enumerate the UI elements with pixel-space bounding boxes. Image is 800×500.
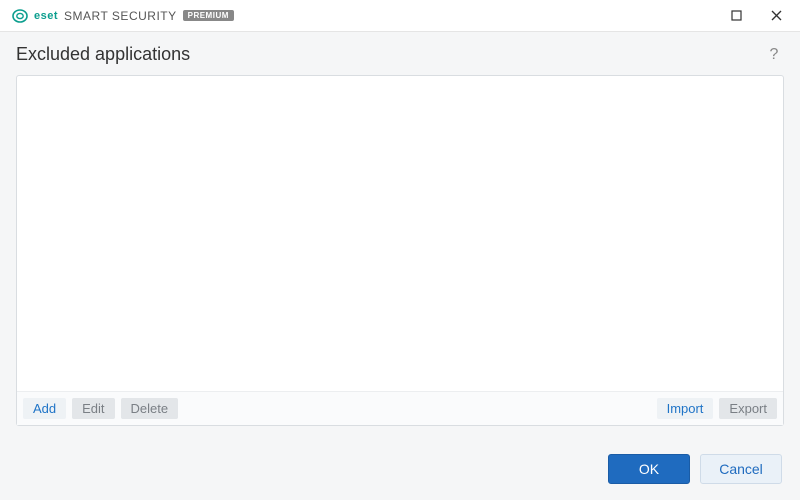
footer: OK Cancel (16, 454, 784, 484)
action-row: Add Edit Delete Import Export (17, 391, 783, 425)
exclusion-list[interactable] (17, 76, 783, 391)
export-button: Export (719, 398, 777, 419)
maximize-icon (731, 10, 742, 21)
brand: eset SMART SECURITY PREMIUM (12, 8, 716, 24)
ok-button[interactable]: OK (608, 454, 690, 484)
brand-product: SMART SECURITY (64, 9, 177, 23)
help-icon[interactable]: ? (764, 45, 784, 65)
add-button[interactable]: Add (23, 398, 66, 419)
window-controls (716, 1, 796, 31)
content: Excluded applications ? Add Edit Delete … (0, 32, 800, 500)
maximize-button[interactable] (716, 1, 756, 31)
page-title: Excluded applications (16, 44, 190, 65)
brand-badge: PREMIUM (183, 10, 234, 21)
delete-button: Delete (121, 398, 179, 419)
close-button[interactable] (756, 1, 796, 31)
brand-eset: eset (34, 10, 58, 22)
panel: Add Edit Delete Import Export (16, 75, 784, 426)
import-button[interactable]: Import (657, 398, 714, 419)
header-row: Excluded applications ? (16, 44, 784, 65)
eset-logo-icon (12, 8, 28, 24)
cancel-button[interactable]: Cancel (700, 454, 782, 484)
edit-button: Edit (72, 398, 114, 419)
close-icon (771, 10, 782, 21)
titlebar: eset SMART SECURITY PREMIUM (0, 0, 800, 32)
